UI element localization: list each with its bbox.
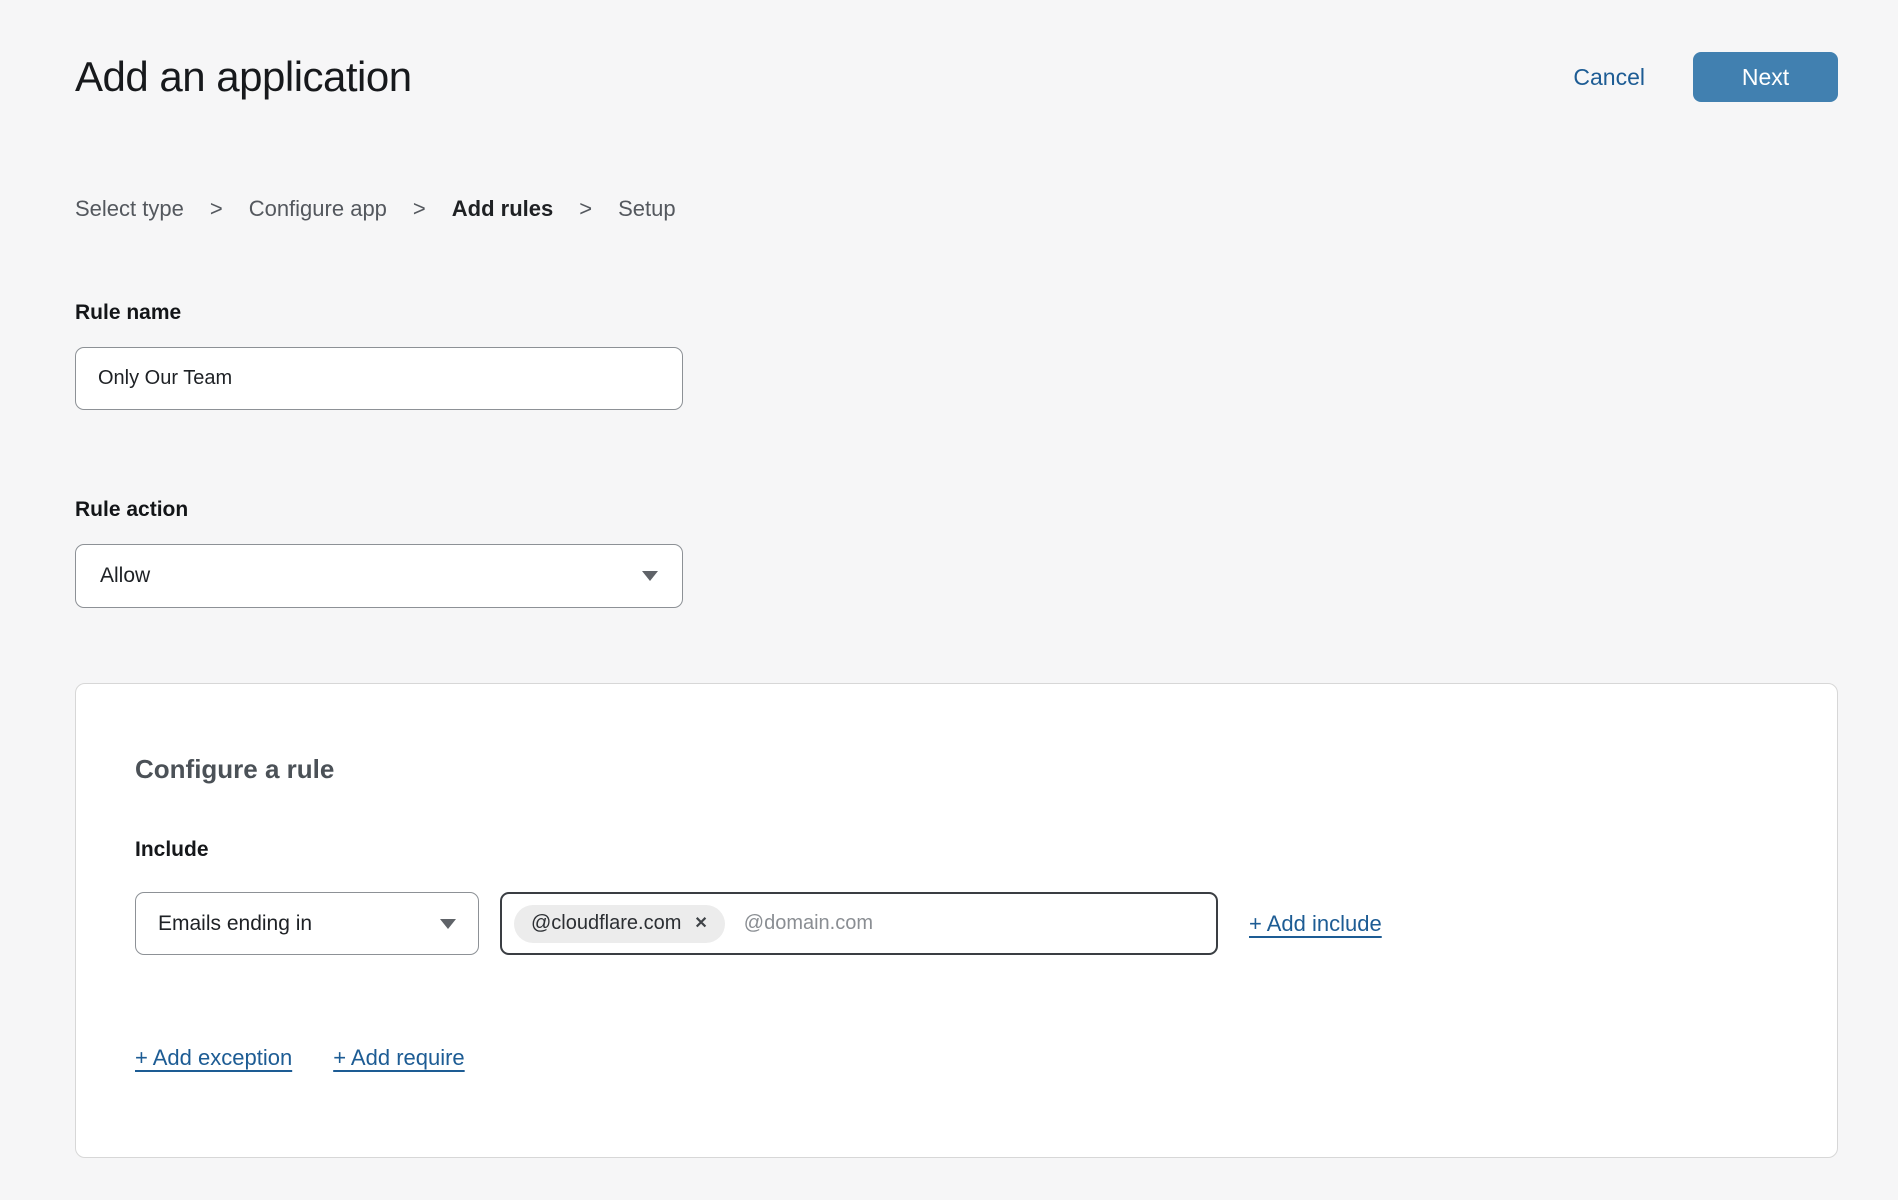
include-selector-value: Emails ending in	[158, 912, 312, 936]
cancel-button[interactable]: Cancel	[1573, 64, 1645, 91]
next-button[interactable]: Next	[1693, 52, 1838, 102]
breadcrumb-step-add-rules[interactable]: Add rules	[452, 196, 553, 222]
page-header: Add an application Cancel Next	[75, 52, 1838, 102]
email-domain-chip-label: @cloudflare.com	[531, 912, 681, 935]
include-label: Include	[135, 838, 1777, 862]
add-include-link[interactable]: + Add include	[1249, 911, 1382, 937]
rule-links-row: + Add exception + Add require	[135, 1045, 1777, 1071]
breadcrumb-separator: >	[579, 196, 592, 222]
configure-rule-card: Configure a rule Include Emails ending i…	[75, 683, 1838, 1158]
breadcrumb-step-select-type[interactable]: Select type	[75, 196, 184, 222]
chevron-down-icon	[440, 919, 456, 929]
configure-rule-title: Configure a rule	[135, 754, 1777, 785]
header-actions: Cancel Next	[1573, 52, 1838, 102]
breadcrumb-step-configure-app[interactable]: Configure app	[249, 196, 387, 222]
chip-remove-icon[interactable]: ✕	[694, 916, 707, 932]
page-title: Add an application	[75, 53, 412, 101]
rule-name-input[interactable]	[75, 347, 683, 410]
add-exception-link[interactable]: + Add exception	[135, 1045, 292, 1071]
breadcrumb-separator: >	[210, 196, 223, 222]
chevron-down-icon	[642, 571, 658, 581]
add-require-link[interactable]: + Add require	[333, 1045, 464, 1071]
rule-action-selected-value: Allow	[100, 564, 150, 588]
breadcrumb-step-setup[interactable]: Setup	[618, 196, 676, 222]
rule-action-label: Rule action	[75, 498, 1838, 522]
email-domain-text-entry[interactable]	[742, 911, 1204, 936]
email-domain-chip: @cloudflare.com ✕	[514, 905, 725, 943]
add-application-page: Add an application Cancel Next Select ty…	[0, 0, 1898, 1158]
include-selector-select[interactable]: Emails ending in	[135, 892, 479, 955]
wizard-breadcrumb: Select type > Configure app > Add rules …	[75, 196, 1838, 222]
rule-name-label: Rule name	[75, 301, 1838, 325]
rule-action-select[interactable]: Allow	[75, 544, 683, 608]
include-value-input[interactable]: @cloudflare.com ✕	[500, 892, 1218, 955]
breadcrumb-separator: >	[413, 196, 426, 222]
include-rule-row: Emails ending in @cloudflare.com ✕ + Add…	[135, 892, 1777, 955]
